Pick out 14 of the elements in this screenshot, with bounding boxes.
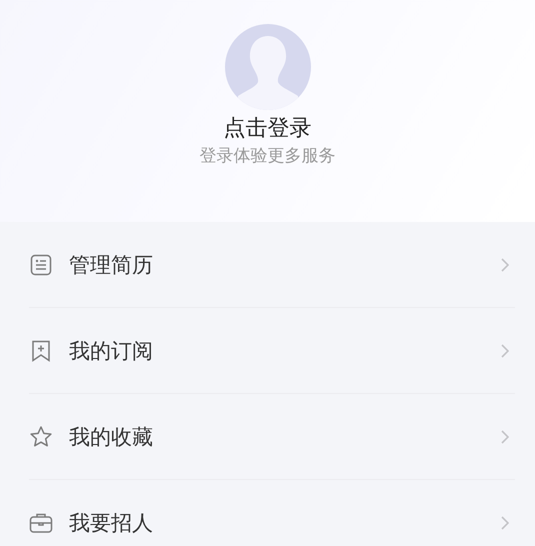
login-link[interactable]: 点击登录 (224, 114, 312, 144)
avatar-icon[interactable] (224, 24, 310, 110)
chevron-icon (501, 516, 509, 530)
login-hint: 登录体验更多服务 (200, 145, 336, 168)
resume-icon (29, 252, 53, 276)
briefcase-icon (29, 511, 53, 535)
chevron-icon (501, 430, 509, 444)
chevron-icon (501, 258, 509, 272)
star-icon (29, 424, 53, 448)
menu-item[interactable]: 管理简历 (29, 222, 515, 308)
menu-item[interactable]: 我的收藏 (29, 394, 515, 480)
menu-item[interactable]: 我的订阅 (29, 308, 515, 394)
chevron-icon (501, 344, 509, 358)
menu-item[interactable]: 我要招人 (29, 480, 515, 546)
